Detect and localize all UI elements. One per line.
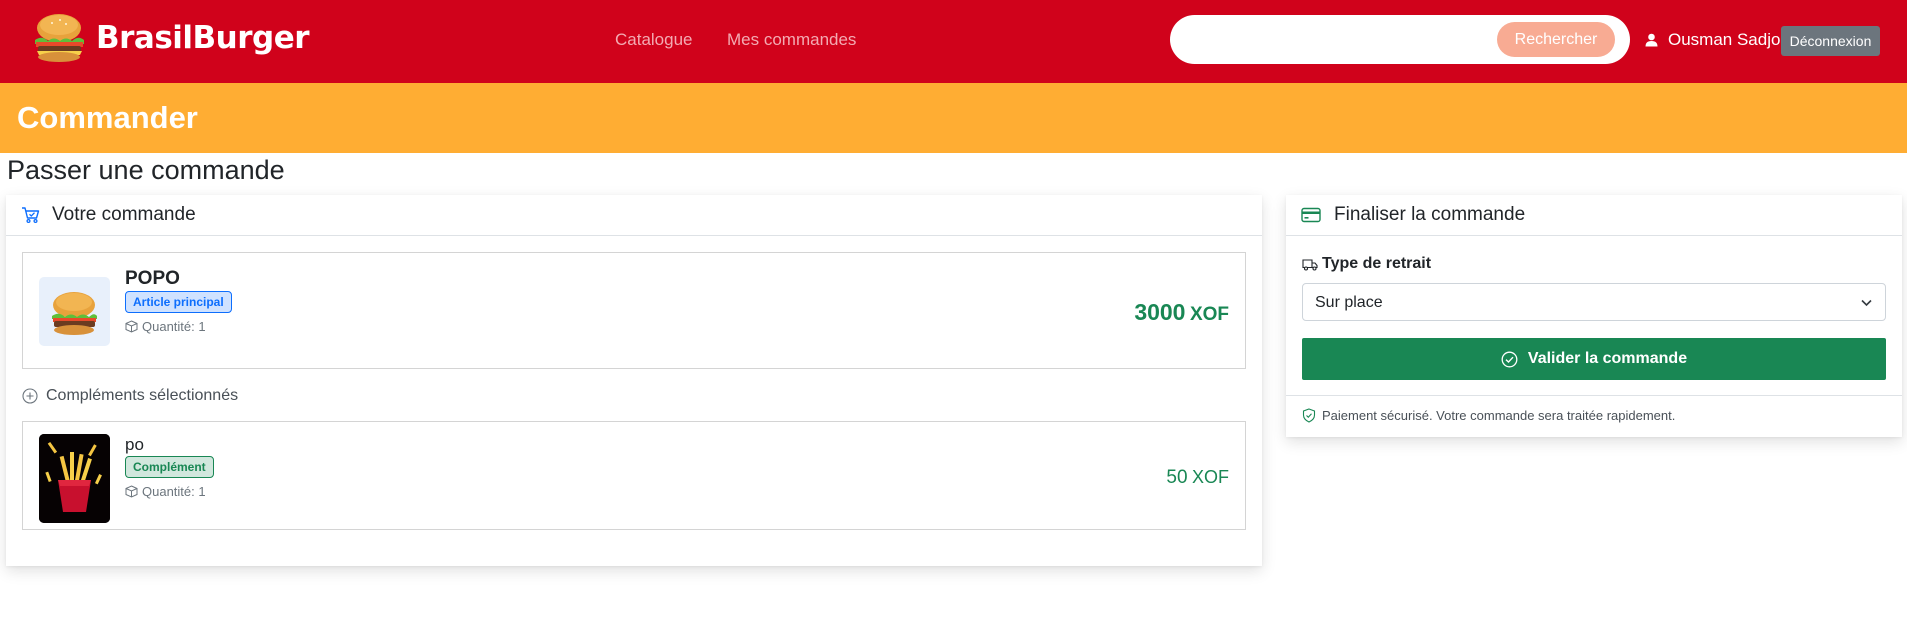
truck-icon xyxy=(1302,258,1318,271)
user-info: Ousman Sadjo xyxy=(1645,30,1780,50)
finalize-card-title: Finaliser la commande xyxy=(1334,204,1526,225)
banner-title: Commander xyxy=(17,100,198,135)
extras-section-title: Compléments sélectionnés xyxy=(22,387,238,405)
main-item-image xyxy=(39,277,110,346)
order-card-title: Votre commande xyxy=(52,204,196,225)
burger-logo-icon xyxy=(35,14,84,62)
extra-item-currency: XOF xyxy=(1191,467,1229,487)
burger-image-icon xyxy=(52,292,97,335)
nav-mes-commandes[interactable]: Mes commandes xyxy=(727,30,856,50)
cart-check-icon xyxy=(22,207,40,224)
pickup-type-selected: Sur place xyxy=(1315,294,1383,311)
credit-card-icon xyxy=(1301,207,1321,223)
main-item-badge: Article principal xyxy=(125,291,232,313)
extra-item-quantity: Quantité: 1 xyxy=(125,484,206,499)
user-icon xyxy=(1645,33,1658,47)
validate-order-button[interactable]: Valider la commande xyxy=(1302,338,1886,380)
extra-item-price: 50 XOF xyxy=(1166,467,1229,489)
validate-order-label: Valider la commande xyxy=(1527,350,1688,367)
page-title: Passer une commande xyxy=(7,155,285,185)
box-icon xyxy=(125,320,138,333)
extra-item-name: po xyxy=(125,435,144,454)
box-icon xyxy=(125,485,138,498)
brand-name: BrasilBurger xyxy=(96,20,310,56)
extra-item-row: po Complément Quantité: 1 50 XOF xyxy=(22,421,1246,530)
fries-image-icon xyxy=(39,434,110,523)
finalize-card-header: Finaliser la commande xyxy=(1286,195,1902,236)
order-card: Votre commande POPO Article principal Qu… xyxy=(6,195,1262,566)
divider xyxy=(1286,395,1902,396)
extra-item-badge: Complément xyxy=(125,456,214,478)
chevron-down-icon xyxy=(1861,299,1872,307)
pickup-type-select[interactable]: Sur place xyxy=(1302,283,1886,321)
top-navbar: BrasilBurger Catalogue Mes commandes Rec… xyxy=(0,0,1907,83)
extra-item-quantity-text: Quantité: 1 xyxy=(142,484,206,499)
check-circle-icon xyxy=(1501,351,1518,367)
pickup-type-label-text: Type de retrait xyxy=(1322,255,1432,272)
main-item-row: POPO Article principal Quantité: 1 3000 … xyxy=(22,252,1246,369)
secure-payment-text: Paiement sécurisé. Votre commande sera t… xyxy=(1322,408,1676,423)
main-item-name: POPO xyxy=(125,268,180,289)
order-card-header: Votre commande xyxy=(6,195,1262,236)
main-item-currency: XOF xyxy=(1189,304,1229,325)
shield-check-icon xyxy=(1302,408,1316,423)
pickup-type-label: Type de retrait xyxy=(1302,255,1431,273)
extra-item-price-value: 50 xyxy=(1166,467,1188,488)
logout-button[interactable]: Déconnexion xyxy=(1781,26,1880,56)
plus-circle-icon xyxy=(22,388,38,404)
main-item-quantity: Quantité: 1 xyxy=(125,319,206,334)
user-name: Ousman Sadjo xyxy=(1668,30,1781,49)
brand-logo[interactable]: BrasilBurger xyxy=(30,11,310,65)
extras-section-label: Compléments sélectionnés xyxy=(46,387,239,404)
main-item-price: 3000 XOF xyxy=(1134,299,1229,326)
extra-item-image xyxy=(39,434,110,523)
finalize-card: Finaliser la commande Type de retrait Su… xyxy=(1286,195,1902,437)
search-input[interactable] xyxy=(1190,25,1460,53)
main-item-price-value: 3000 xyxy=(1134,299,1186,325)
page-banner: Commander xyxy=(0,83,1907,153)
search-button[interactable]: Rechercher xyxy=(1497,22,1615,57)
search-form: Rechercher xyxy=(1170,15,1630,64)
main-item-quantity-text: Quantité: 1 xyxy=(142,319,206,334)
nav-catalogue[interactable]: Catalogue xyxy=(615,30,693,50)
secure-payment-note: Paiement sécurisé. Votre commande sera t… xyxy=(1302,408,1675,423)
